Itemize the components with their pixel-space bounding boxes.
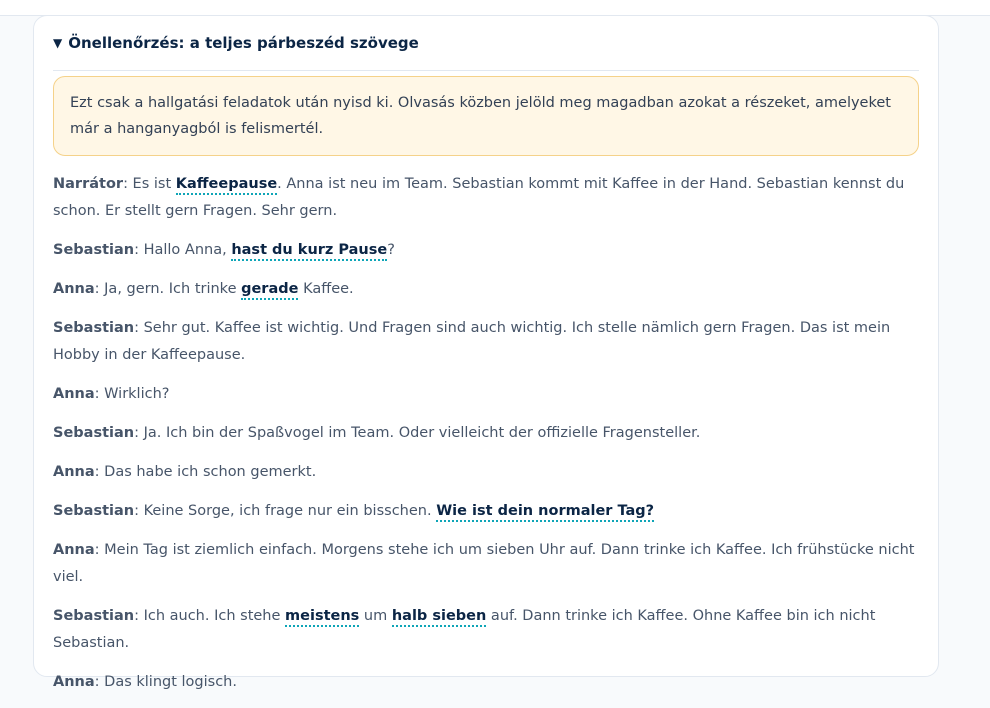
dialog-line: Sebastian: Keine Sorge, ich frage nur ei… xyxy=(53,498,923,525)
dialog-line: Narrátor: Es ist Kaffeepause. Anna ist n… xyxy=(53,171,923,225)
dialog-text: : Ja. Ich bin der Spaßvogel im Team. Ode… xyxy=(134,425,701,441)
dialog-line: Sebastian: Ich auch. Ich stehe meistens … xyxy=(53,603,923,657)
speaker-name: Anna xyxy=(53,542,95,558)
dialog-line: Sebastian: Hallo Anna, hast du kurz Paus… xyxy=(53,237,923,264)
speaker-name: Sebastian xyxy=(53,503,135,519)
dialog-text: : Es ist xyxy=(123,176,176,192)
dialog-text: : Ja, gern. Ich trinke xyxy=(94,281,242,297)
top-bar xyxy=(0,0,990,16)
dialog-text: Kaffee. xyxy=(298,281,354,297)
dialog-line: Anna: Wirklich? xyxy=(53,381,923,408)
dialog-text: : Hallo Anna, xyxy=(134,242,232,258)
dialog-line: Anna: Das habe ich schon gemerkt. xyxy=(53,459,923,486)
speaker-name: Narrátor xyxy=(53,176,124,192)
speaker-name: Anna xyxy=(53,281,95,297)
dialog-line: Anna: Mein Tag ist ziemlich einfach. Mor… xyxy=(53,537,923,591)
dialog-text: um xyxy=(359,608,392,624)
expand-triangle-icon: ▼ xyxy=(53,36,63,50)
transcript-card: ▼ Önellenőrzés: a teljes párbeszéd szöve… xyxy=(33,15,939,690)
transcript-toggle[interactable]: ▼ Önellenőrzés: a teljes párbeszéd szöve… xyxy=(53,32,919,71)
dialog-text: ? xyxy=(387,242,395,258)
dialog-text: : Keine Sorge, ich frage nur ein bissche… xyxy=(134,503,437,519)
glossary-term[interactable]: Kaffeepause xyxy=(175,176,278,195)
speaker-name: Anna xyxy=(53,386,95,402)
glossary-term[interactable]: Wie ist dein normaler Tag? xyxy=(436,503,655,522)
dialog-text: : Ich auch. Ich stehe xyxy=(134,608,286,624)
transcript-title: Önellenőrzés: a teljes párbeszéd szövege xyxy=(68,34,419,52)
dialog-text: : Mein Tag ist ziemlich einfach. Morgens… xyxy=(53,542,915,585)
speaker-name: Anna xyxy=(53,674,95,690)
speaker-name: Anna xyxy=(53,464,95,480)
glossary-term[interactable]: halb sieben xyxy=(391,608,487,627)
glossary-term[interactable]: hast du kurz Pause xyxy=(231,242,388,261)
speaker-name: Sebastian xyxy=(53,425,135,441)
dialog-text: : Das habe ich schon gemerkt. xyxy=(94,464,317,480)
dialog-line: Anna: Ja, gern. Ich trinke gerade Kaffee… xyxy=(53,276,923,303)
glossary-term[interactable]: gerade xyxy=(241,281,299,300)
speaker-name: Sebastian xyxy=(53,320,135,336)
dialog-line: Anna: Das klingt logisch. xyxy=(53,669,923,696)
speaker-name: Sebastian xyxy=(53,242,135,258)
dialog-line: Sebastian: Ja. Ich bin der Spaßvogel im … xyxy=(53,420,923,447)
dialog-text: : Das klingt logisch. xyxy=(94,674,237,690)
dialog-line: Sebastian: Sehr gut. Kaffee ist wichtig.… xyxy=(53,315,923,369)
dialog-text: : Wirklich? xyxy=(94,386,170,402)
speaker-name: Sebastian xyxy=(53,608,135,624)
dialog-transcript: Narrátor: Es ist Kaffeepause. Anna ist n… xyxy=(53,171,923,708)
listening-hint-note: Ezt csak a hallgatási feladatok után nyi… xyxy=(53,76,919,156)
dialog-text: : Sehr gut. Kaffee ist wichtig. Und Frag… xyxy=(53,320,891,363)
glossary-term[interactable]: meistens xyxy=(285,608,360,627)
